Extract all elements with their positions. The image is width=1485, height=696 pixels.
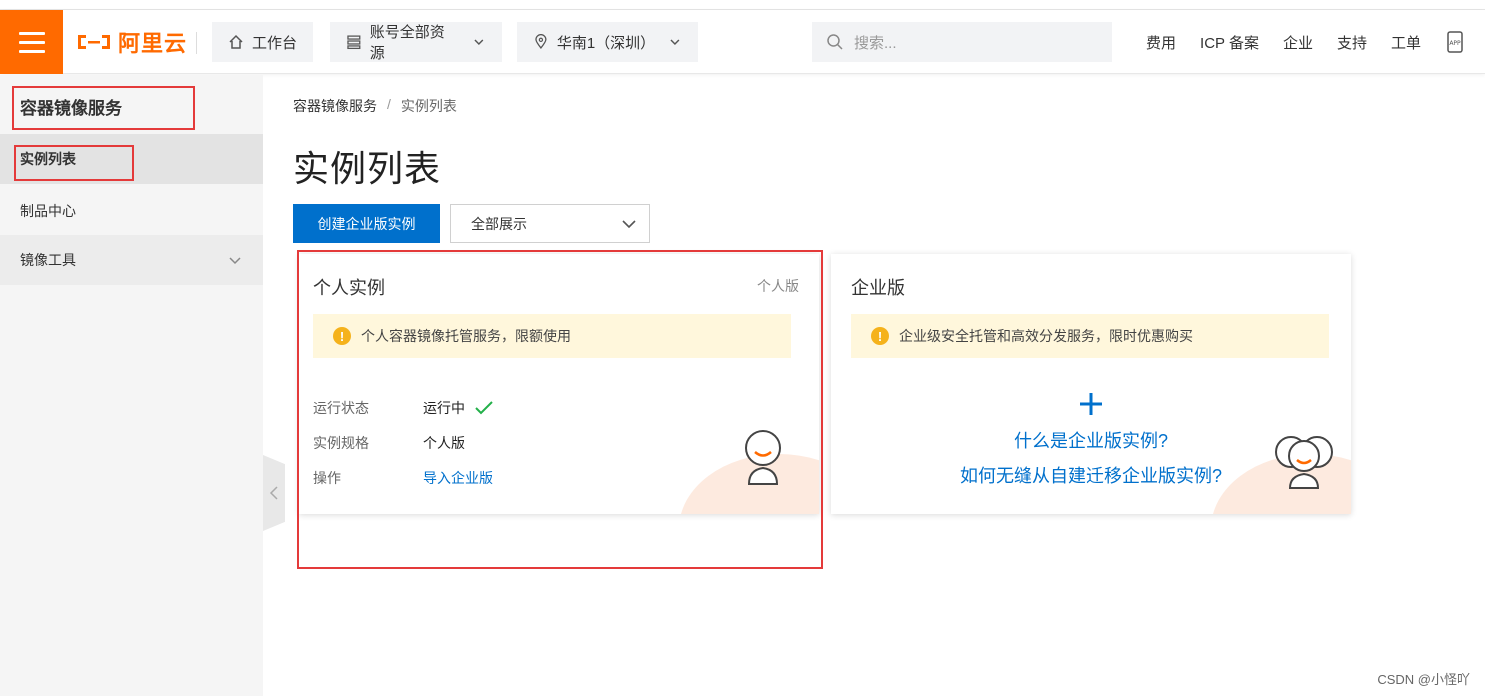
annotation-box — [297, 250, 823, 569]
region-label: 华南1（深圳） — [556, 34, 656, 52]
breadcrumb-current: 实例列表 — [400, 98, 457, 114]
annotation-box — [14, 145, 134, 181]
notice-banner: ! 企业级安全托管和高效分发服务，限时优惠购买 — [851, 314, 1329, 358]
sidebar-item-image-tools[interactable]: 镜像工具 — [0, 235, 263, 285]
aliyun-logo-icon — [78, 35, 110, 49]
top-link-ticket[interactable]: 工单 — [1391, 32, 1421, 53]
aliyun-logo[interactable]: 阿里云 — [76, 28, 187, 56]
chevron-down-icon — [670, 39, 680, 46]
plus-icon[interactable] — [1077, 390, 1105, 418]
top-link-support[interactable]: 支持 — [1337, 32, 1367, 53]
top-navbar: 阿里云 工作台 账号全部资源 华南1（深圳） 搜索... 费用 ICP 备案 企… — [0, 10, 1485, 74]
watermark: CSDN @小怪吖 — [1377, 672, 1470, 687]
chevron-left-icon — [269, 486, 278, 500]
workbench-label: 工作台 — [252, 34, 298, 52]
svg-text:APP: APP — [1449, 40, 1461, 47]
search-icon — [827, 34, 843, 50]
top-link-enterprise[interactable]: 企业 — [1283, 32, 1313, 53]
notice-text: 企业级安全托管和高效分发服务，限时优惠购买 — [899, 328, 1193, 344]
chevron-down-icon — [474, 39, 484, 46]
location-pin-icon — [535, 34, 547, 49]
filter-value: 全部展示 — [471, 215, 527, 232]
divider — [196, 32, 197, 54]
sidebar-collapse-handle[interactable] — [263, 455, 285, 531]
region-dropdown[interactable]: 华南1（深圳） — [517, 22, 698, 62]
sidebar-item-label: 镜像工具 — [20, 252, 76, 268]
app-icon[interactable]: APP — [1445, 31, 1465, 53]
stack-icon — [347, 35, 361, 50]
search-placeholder: 搜索... — [854, 34, 897, 52]
resources-dropdown[interactable]: 账号全部资源 — [330, 22, 502, 62]
home-icon — [229, 34, 243, 49]
breadcrumb: 容器镜像服务 / 实例列表 — [293, 96, 457, 116]
card-title: 企业版 — [851, 278, 905, 298]
create-enterprise-instance-button[interactable]: 创建企业版实例 — [293, 204, 440, 243]
team-avatar-icon — [1275, 436, 1333, 489]
breadcrumb-root[interactable]: 容器镜像服务 — [293, 96, 377, 116]
top-link-fees[interactable]: 费用 — [1146, 32, 1176, 53]
top-strip — [0, 0, 1485, 10]
logo-text: 阿里云 — [118, 31, 188, 56]
sidebar-item-label: 制品中心 — [20, 203, 76, 219]
filter-select[interactable]: 全部展示 — [450, 204, 650, 243]
enterprise-card[interactable]: 企业版 ! 企业级安全托管和高效分发服务，限时优惠购买 什么是企业版实例? 如何… — [831, 254, 1351, 514]
breadcrumb-separator: / — [387, 96, 391, 112]
workbench-button[interactable]: 工作台 — [212, 22, 314, 62]
warning-icon: ! — [871, 327, 889, 345]
hamburger-menu-button[interactable] — [0, 10, 63, 74]
annotation-box — [12, 86, 195, 130]
top-link-icp[interactable]: ICP 备案 — [1200, 32, 1259, 53]
search-input[interactable]: 搜索... — [812, 22, 1112, 62]
chevron-down-icon — [229, 257, 241, 265]
resources-label: 账号全部资源 — [369, 24, 445, 62]
page-title: 实例列表 — [293, 148, 442, 189]
top-links: 费用 ICP 备案 企业 支持 工单 APP — [1146, 10, 1465, 74]
sidebar-item-artifact-center[interactable]: 制品中心 — [0, 186, 263, 236]
chevron-down-icon — [622, 219, 636, 228]
